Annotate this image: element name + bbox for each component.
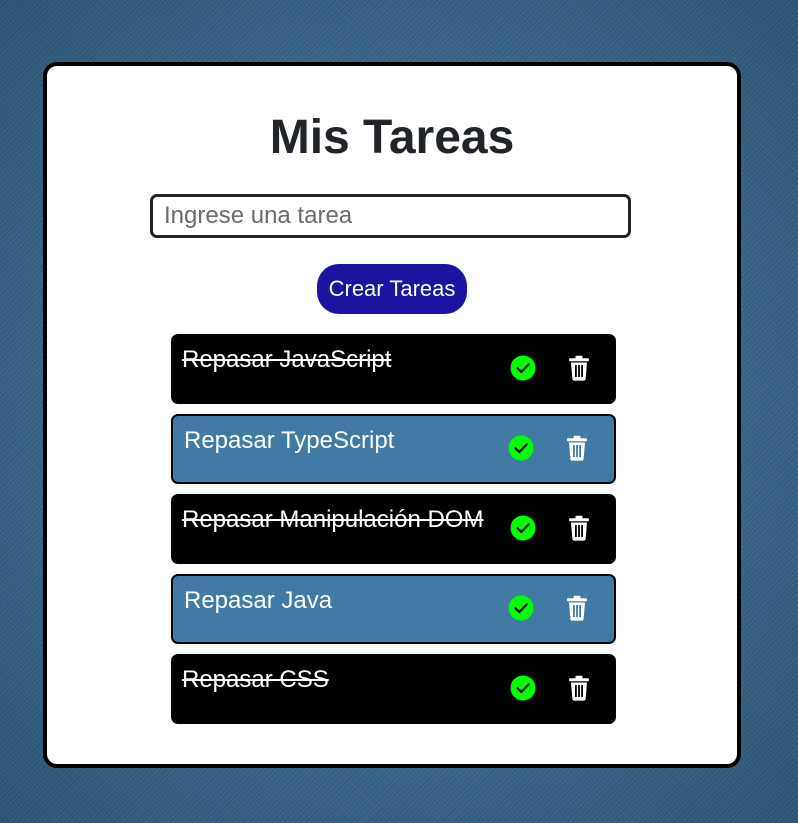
check-circle-icon[interactable] xyxy=(510,515,536,541)
task-input[interactable] xyxy=(150,194,631,238)
task-item: Repasar Java xyxy=(171,574,616,644)
task-item: Repasar CSS xyxy=(171,654,616,724)
trash-icon[interactable] xyxy=(568,355,590,381)
check-circle-icon[interactable] xyxy=(508,595,534,621)
create-task-button[interactable]: Crear Tareas xyxy=(317,264,467,314)
trash-icon[interactable] xyxy=(566,435,588,461)
check-circle-icon[interactable] xyxy=(510,355,536,381)
trash-icon[interactable] xyxy=(568,675,590,701)
task-label[interactable]: Repasar JavaScript xyxy=(182,345,391,375)
task-label[interactable]: Repasar CSS xyxy=(182,665,329,695)
task-list: Repasar JavaScript Repasar TypeScript Re… xyxy=(171,334,617,734)
task-label[interactable]: Repasar Manipulación DOM xyxy=(182,505,483,535)
page-title: Mis Tareas xyxy=(269,111,515,164)
trash-icon[interactable] xyxy=(568,515,590,541)
task-item: Repasar JavaScript xyxy=(171,334,616,404)
check-circle-icon[interactable] xyxy=(508,435,534,461)
task-item: Repasar TypeScript xyxy=(171,414,616,484)
check-circle-icon[interactable] xyxy=(510,675,536,701)
task-label[interactable]: Repasar Java xyxy=(184,586,332,616)
task-label[interactable]: Repasar TypeScript xyxy=(184,426,394,456)
trash-icon[interactable] xyxy=(566,595,588,621)
todo-card: Mis Tareas Crear Tareas Repasar JavaScri… xyxy=(43,62,741,768)
task-item: Repasar Manipulación DOM xyxy=(171,494,616,564)
